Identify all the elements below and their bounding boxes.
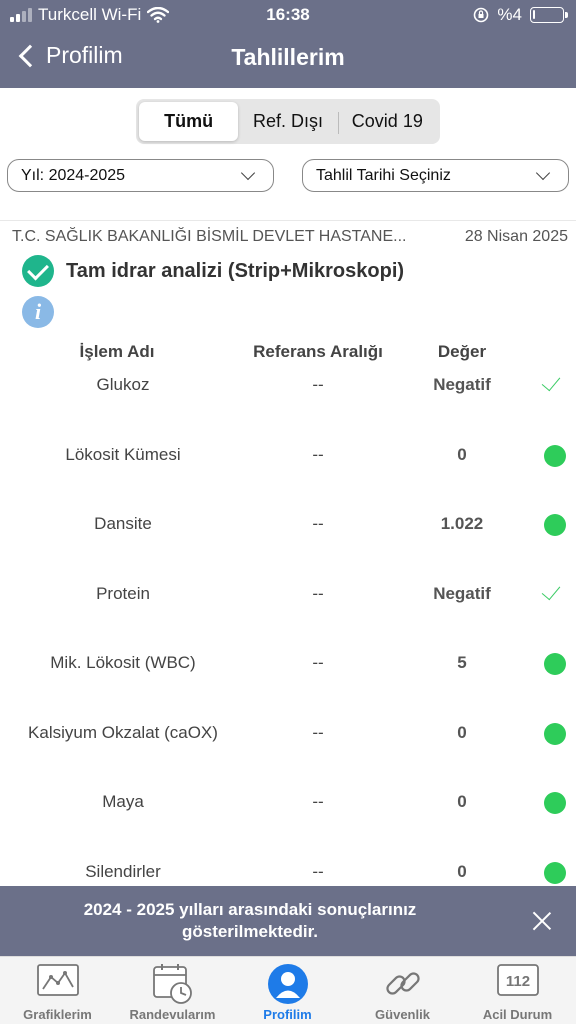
- tab-acil-durum[interactable]: 112 Acil Durum: [460, 957, 575, 1024]
- result-name: Silendirler: [85, 862, 161, 881]
- table-row: Dansite -- 1.022: [0, 514, 576, 544]
- table-row: Maya -- 0: [0, 792, 576, 822]
- profile-icon: [267, 964, 308, 1004]
- status-ok-dot-icon: [544, 792, 566, 814]
- table-row: Glukoz -- Negatif: [0, 371, 576, 405]
- test-title-row: Tam idrar analizi (Strip+Mikroskopi): [22, 255, 404, 287]
- tab-label: Güvenlik: [375, 1007, 430, 1022]
- status-ok-dot-icon: [544, 862, 566, 884]
- checkmark-circle-icon: [22, 255, 54, 287]
- tab-label: Grafiklerim: [23, 1007, 92, 1022]
- chevron-down-icon: [535, 165, 551, 181]
- emergency-number: 112: [505, 973, 529, 990]
- tab-label: Randevularım: [129, 1007, 216, 1022]
- result-name: Mik. Lökosit (WBC): [50, 653, 196, 672]
- result-value: 0: [457, 445, 467, 464]
- result-name: Protein: [96, 584, 150, 603]
- result-name: Glukoz: [96, 375, 150, 394]
- table-row: Lökosit Kümesi -- 0: [0, 445, 576, 475]
- info-banner: 2024 - 2025 yılları arasındaki sonuçları…: [0, 886, 576, 956]
- result-value: 0: [457, 862, 467, 881]
- hospital-name: T.C. SAĞLIK BAKANLIĞI BİSMİL DEVLET HAST…: [12, 228, 407, 245]
- table-row: Kalsiyum Okzalat (caOX) -- 0: [0, 723, 576, 753]
- table-row: Mik. Lökosit (WBC) -- 5: [0, 653, 576, 683]
- filter-segmented-control: Tümü Ref. Dışı Covid 19: [136, 99, 440, 144]
- status-bar: Turkcell Wi-Fi 16:38 %4: [0, 0, 576, 30]
- tab-guvenlik[interactable]: Güvenlik: [345, 957, 460, 1024]
- result-value: Negatif: [433, 584, 491, 603]
- battery-text: %4: [497, 5, 522, 24]
- page-title: Tahlillerim: [231, 44, 345, 70]
- tab-label: Acil Durum: [482, 1007, 553, 1022]
- header: Turkcell Wi-Fi 16:38 %4 Profilim Tahlill…: [0, 0, 576, 88]
- column-header-name: İşlem Adı: [79, 342, 155, 361]
- segment-covid19[interactable]: Covid 19: [337, 102, 437, 141]
- nav-bar: Profilim Tahlillerim: [0, 36, 576, 80]
- result-name: Kalsiyum Okzalat (caOX): [28, 723, 218, 742]
- chevron-down-icon: [240, 165, 256, 181]
- year-dropdown-value: Yıl: 2024-2025: [21, 166, 126, 184]
- emergency-112-icon: 112: [496, 964, 539, 996]
- status-ok-dot-icon: [544, 514, 566, 536]
- status-ok-dot-icon: [544, 445, 566, 467]
- rotation-lock-icon: [474, 7, 489, 23]
- close-icon[interactable]: [532, 911, 552, 931]
- status-ok-dot-icon: [544, 723, 566, 745]
- test-date-dropdown[interactable]: Tahlil Tarihi Seçiniz: [302, 159, 569, 192]
- status-right: %4: [473, 5, 568, 25]
- column-header-value: Değer: [437, 342, 487, 361]
- result-name: Dansite: [94, 514, 152, 533]
- result-name: Lökosit Kümesi: [65, 445, 181, 464]
- result-value: 1.022: [440, 514, 484, 533]
- tab-bar: Grafiklerim Randevularım Profilim Güvenl…: [0, 956, 576, 1024]
- battery-icon: [530, 7, 568, 23]
- tab-randevularim[interactable]: Randevularım: [115, 957, 230, 1024]
- year-dropdown[interactable]: Yıl: 2024-2025: [7, 159, 274, 192]
- status-ok-dot-icon: [544, 653, 566, 675]
- result-value: 5: [457, 653, 467, 672]
- result-value: 0: [457, 723, 467, 742]
- battery-level: [533, 10, 535, 19]
- test-date-dropdown-value: Tahlil Tarihi Seçiniz: [316, 166, 451, 184]
- tab-label: Profilim: [263, 1007, 312, 1022]
- table-row: Protein -- Negatif: [0, 580, 576, 614]
- segment-out-of-reference[interactable]: Ref. Dışı: [238, 102, 337, 141]
- result-value: Negatif: [433, 375, 491, 394]
- calendar-clock-icon: [152, 964, 192, 1004]
- tab-grafiklerim[interactable]: Grafiklerim: [0, 957, 115, 1024]
- result-name: Maya: [102, 792, 144, 811]
- link-icon: [385, 972, 420, 995]
- divider: [0, 220, 576, 221]
- segment-all[interactable]: Tümü: [139, 102, 239, 141]
- test-name: Tam idrar analizi (Strip+Mikroskopi): [66, 259, 405, 282]
- record-header: T.C. SAĞLIK BAKANLIĞI BİSMİL DEVLET HAST…: [12, 228, 568, 246]
- record-date: 28 Nisan 2025: [464, 228, 568, 245]
- tab-profilim[interactable]: Profilim: [230, 957, 345, 1024]
- info-icon[interactable]: i: [22, 296, 54, 328]
- result-value: 0: [457, 792, 467, 811]
- chart-icon: [36, 964, 79, 996]
- banner-text: 2024 - 2025 yılları arasındaki sonuçları…: [83, 900, 417, 941]
